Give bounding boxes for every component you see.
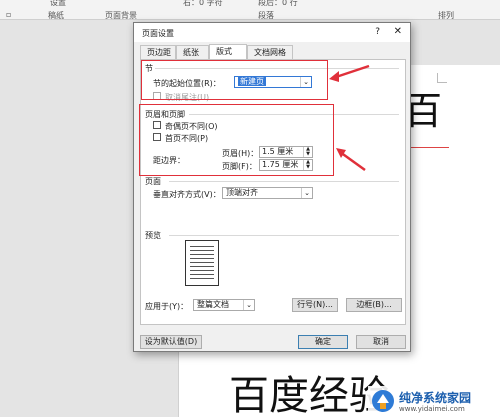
ribbon-expand-icon[interactable]: ▫ [6,10,11,19]
arrow-head-1 [329,71,339,82]
borders-button[interactable]: 边框(B)... [346,298,402,312]
dialog-titlebar: 页面设置 ? ✕ [134,23,410,42]
apply-to-select[interactable]: 整篇文档 ⌄ [193,299,255,311]
ribbon-indent-right[interactable]: 右：0 字符 [183,0,223,8]
ribbon-spacing-after[interactable]: 段后：0 行 [258,0,298,8]
vertical-align-select[interactable]: 顶端对齐 ⌄ [222,187,313,199]
close-icon[interactable]: ✕ [394,26,402,37]
page-divider [169,181,399,182]
ok-button[interactable]: 确定 [298,335,348,349]
cancel-button[interactable]: 取消 [356,335,406,349]
watermark-url: www.yidaimei.com [399,405,465,413]
annotation-arrows [329,64,370,172]
page-group-label: 页面 [145,177,161,186]
vertical-align-value: 顶端对齐 [226,188,258,197]
apply-to-value: 整篇文档 [197,300,229,309]
apply-to-label: 应用于(Y)： [145,302,189,311]
spelling-underline [409,147,449,148]
watermark-text: 纯净系统家园 [399,391,472,405]
tab-document-grid[interactable]: 文档网格 [247,45,293,59]
preview-group-label: 预览 [145,231,161,240]
tab-paper[interactable]: 纸张 [176,45,209,59]
help-icon[interactable]: ? [375,27,380,37]
chevron-down-icon[interactable]: ⌄ [301,188,312,198]
chevron-down-icon[interactable]: ⌄ [243,300,254,310]
ribbon-group-setup[interactable]: 设置 [50,0,66,8]
annotation-box-header-footer [139,104,334,176]
layout-preview [185,240,219,286]
watermark-logo-icon [372,390,394,412]
dialog-title: 页面设置 [142,29,174,38]
vertical-align-label: 垂直对齐方式(V)： [153,190,221,199]
preview-divider [169,235,399,236]
tab-layout[interactable]: 版式 [209,44,247,59]
annotation-box-section [141,60,328,100]
arrow-line-2 [339,150,366,172]
line-numbers-button[interactable]: 行号(N)... [292,298,338,312]
ribbon: 设置 ▫ 稿纸 页面背景 右：0 字符 段后：0 行 段落 排列 [0,0,500,20]
watermark: 纯净系统家园 www.yidaimei.com [368,386,500,417]
doc-body-text: 百度经验 [229,373,389,417]
set-default-button[interactable]: 设为默认值(D) [140,335,202,349]
tab-margins[interactable]: 页边距 [140,45,176,59]
